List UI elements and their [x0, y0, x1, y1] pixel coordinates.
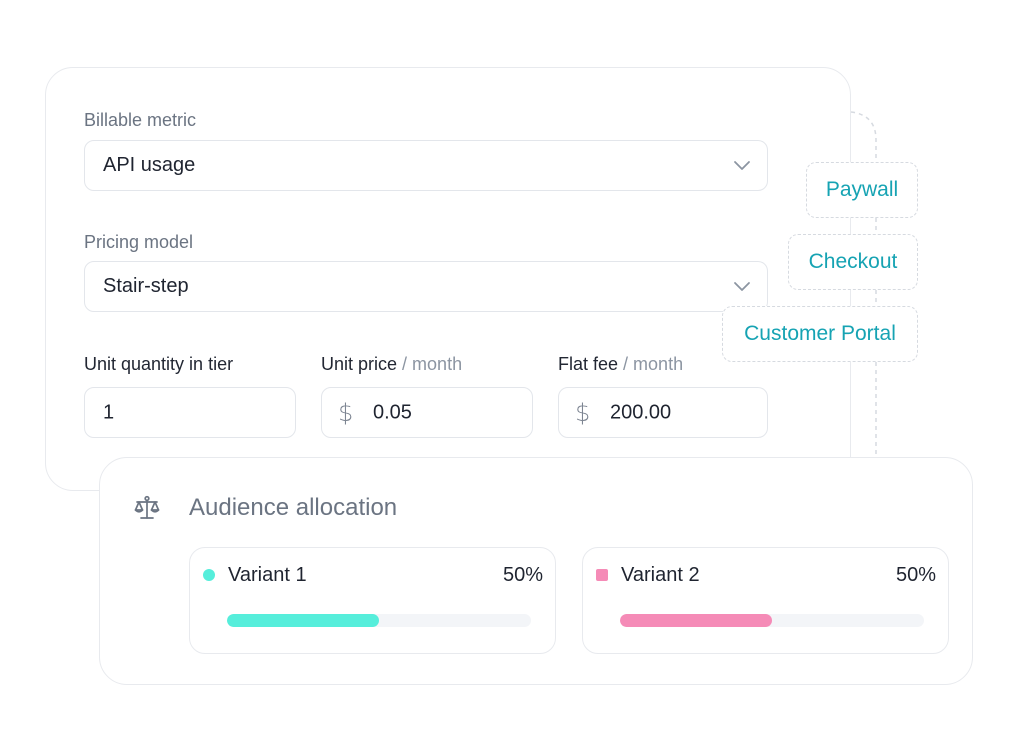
unit-quantity-label: Unit quantity in tier — [84, 354, 234, 374]
variant-2-progress-fill — [620, 614, 772, 627]
pricing-model-select[interactable]: Stair-step — [84, 261, 768, 312]
audience-allocation-card: Audience allocation Variant 1 50% Varian… — [99, 457, 973, 685]
unit-price-input[interactable]: $ 0.05 — [321, 387, 533, 438]
unit-quantity-input[interactable]: 1 — [84, 387, 296, 438]
unit-quantity-value: 1 — [103, 401, 115, 423]
variant-2-percent: 50% — [895, 564, 936, 586]
flat-fee-label-text: Flat fee — [558, 354, 619, 374]
flat-fee-value: 200.00 — [610, 401, 672, 423]
variant-1-percent: 50% — [502, 564, 543, 586]
variant-1-progress-fill — [227, 614, 379, 627]
flat-fee-input[interactable]: $ 200.00 — [558, 387, 768, 438]
unit-price-label-text: Unit price — [321, 354, 398, 374]
pricing-model-value: Stair-step — [103, 275, 189, 297]
audience-allocation-title: Audience allocation — [189, 494, 398, 521]
flat-fee-label: Flat fee / month — [558, 354, 683, 375]
variant-2-progress-track — [620, 614, 924, 627]
tag-customer-portal[interactable]: Customer Portal — [722, 306, 918, 362]
tag-checkout[interactable]: Checkout — [788, 234, 918, 290]
chevron-down-icon — [734, 160, 750, 170]
pricing-model-label: Pricing model — [84, 232, 194, 252]
variant-2-marker — [596, 569, 608, 581]
dollar-icon: $ — [575, 398, 591, 427]
variant-1-card[interactable]: Variant 1 50% — [189, 547, 556, 654]
billable-metric-select[interactable]: API usage — [84, 140, 768, 191]
flat-fee-period: / month — [623, 354, 684, 374]
billable-metric-value: API usage — [103, 154, 196, 176]
variant-2-name: Variant 2 — [621, 564, 700, 586]
unit-price-label: Unit price / month — [321, 354, 462, 375]
dollar-icon: $ — [338, 398, 354, 427]
variant-2-card[interactable]: Variant 2 50% — [582, 547, 949, 654]
unit-price-period: / month — [402, 354, 463, 374]
chevron-down-icon — [734, 281, 750, 291]
unit-price-value: 0.05 — [373, 401, 412, 423]
variant-1-name: Variant 1 — [228, 564, 307, 586]
pricing-configuration-card: Billable metric API usage Pricing model … — [45, 67, 851, 491]
variant-1-progress-track — [227, 614, 531, 627]
variant-1-marker — [203, 569, 215, 581]
tag-paywall[interactable]: Paywall — [806, 162, 918, 218]
scale-icon — [134, 495, 160, 519]
billable-metric-label: Billable metric — [84, 110, 197, 130]
